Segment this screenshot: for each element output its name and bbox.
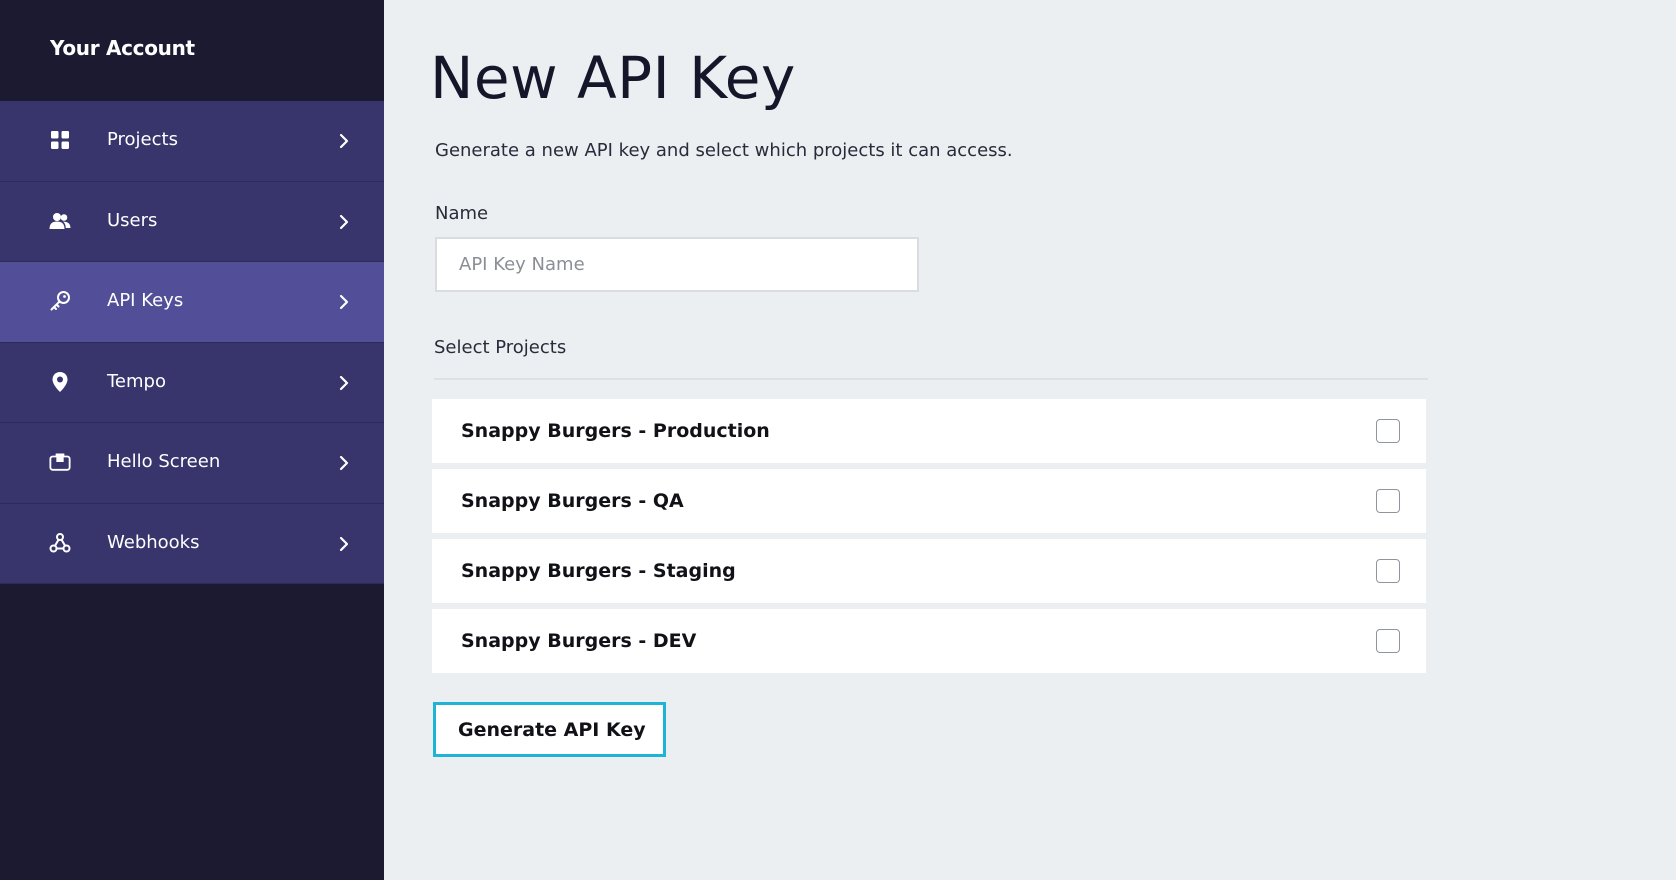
main-content: New API Key Generate a new API key and s…: [384, 0, 1676, 880]
sidebar-item-hello-screen[interactable]: Hello Screen: [0, 423, 384, 504]
page-subtitle: Generate a new API key and select which …: [435, 140, 1013, 161]
sidebar-item-label: API Keys: [107, 290, 184, 311]
project-checkbox[interactable]: [1376, 559, 1400, 583]
webhook-icon: [49, 532, 71, 554]
sidebar-item-users[interactable]: Users: [0, 181, 384, 262]
name-field-label: Name: [435, 203, 489, 224]
chevron-right-icon: [336, 536, 352, 552]
project-checkbox[interactable]: [1376, 489, 1400, 513]
project-row-staging[interactable]: Snappy Burgers - Staging: [432, 539, 1426, 603]
sidebar-nav: Projects Users API Keys Tempo Hello Scre…: [0, 101, 384, 584]
generate-api-key-button[interactable]: Generate API Key: [433, 702, 666, 757]
sidebar-item-label: Webhooks: [107, 531, 200, 553]
monitor-icon: [49, 451, 71, 473]
api-key-name-input[interactable]: [435, 237, 919, 292]
select-projects-label: Select Projects: [434, 337, 567, 358]
sidebar-item-tempo[interactable]: Tempo: [0, 342, 384, 423]
project-row-qa[interactable]: Snappy Burgers - QA: [432, 469, 1426, 533]
location-pin-icon: [49, 371, 71, 393]
project-checkbox[interactable]: [1376, 629, 1400, 653]
users-icon: [49, 210, 71, 232]
project-name: Snappy Burgers - DEV: [461, 630, 697, 652]
chevron-right-icon: [336, 294, 352, 310]
project-row-production[interactable]: Snappy Burgers - Production: [432, 399, 1426, 463]
account-title: Your Account: [50, 36, 195, 60]
chevron-right-icon: [336, 375, 352, 391]
sidebar: Your Account Projects Users API Keys Tem…: [0, 0, 384, 880]
section-divider: [434, 378, 1428, 380]
sidebar-item-projects[interactable]: Projects: [0, 101, 384, 182]
sidebar-item-label: Users: [107, 209, 158, 231]
sidebar-item-webhooks[interactable]: Webhooks: [0, 503, 384, 584]
sidebar-item-label: Hello Screen: [107, 451, 221, 472]
sidebar-item-label: Projects: [107, 129, 178, 150]
project-name: Snappy Burgers - Staging: [461, 560, 736, 582]
project-list: Snappy Burgers - Production Snappy Burge…: [432, 399, 1426, 679]
sidebar-item-label: Tempo: [107, 370, 166, 392]
key-icon: [49, 290, 71, 312]
project-row-dev[interactable]: Snappy Burgers - DEV: [432, 609, 1426, 673]
project-name: Snappy Burgers - QA: [461, 490, 684, 512]
grid-icon: [49, 129, 71, 151]
chevron-right-icon: [336, 455, 352, 471]
page-title: New API Key: [430, 44, 796, 112]
chevron-right-icon: [336, 214, 352, 230]
project-checkbox[interactable]: [1376, 419, 1400, 443]
sidebar-item-api-keys[interactable]: API Keys: [0, 262, 384, 343]
project-name: Snappy Burgers - Production: [461, 420, 770, 442]
chevron-right-icon: [336, 133, 352, 149]
